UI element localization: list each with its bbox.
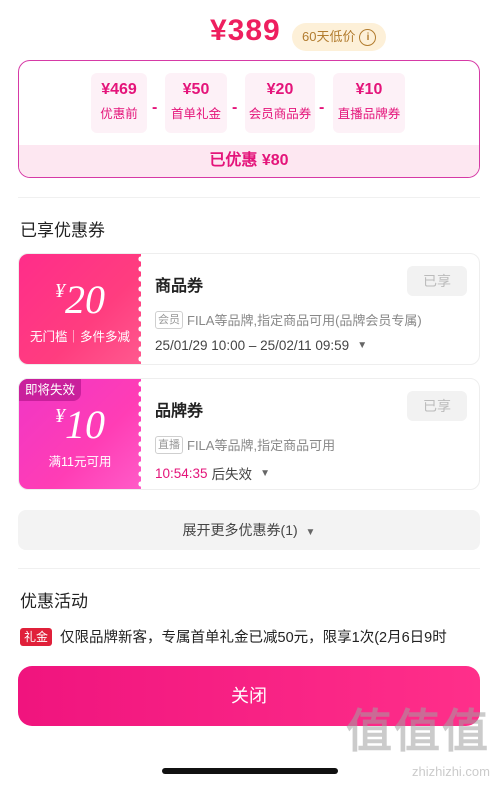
gift-money-tag: 礼金 [20, 628, 53, 646]
price-breakdown: ¥469 优惠前 - ¥50 首单礼金 - ¥20 会员商品券 - ¥10 直播… [18, 60, 480, 178]
breakdown-member-coupon: ¥20 会员商品券 [245, 73, 315, 133]
coupon-description: 会员 FILA等品牌,指定商品可用(品牌会员专属) [155, 310, 422, 329]
final-price: ¥389 [210, 14, 281, 47]
coupon-validity[interactable]: 25/01/29 10:00 – 25/02/11 09:59 ▼ [155, 338, 367, 353]
coupon-name: 商品券 [155, 278, 204, 295]
coupon-condition: 满11元可用 [48, 455, 112, 469]
minus-sign: - [152, 99, 158, 116]
breakdown-label: 优惠前 [100, 107, 138, 121]
breakdown-label: 直播品牌券 [337, 107, 401, 121]
lowest-price-badge[interactable]: 60天低价 i [292, 23, 387, 51]
chevron-down-icon: ▼ [305, 527, 316, 538]
breakdown-label: 首单礼金 [170, 107, 221, 121]
coupon-validity-text: 25/01/29 10:00 – 25/02/11 09:59 [155, 338, 350, 353]
countdown-timer: 10:54:35 [155, 465, 208, 481]
coupons-section-title: 已享优惠券 [20, 221, 105, 240]
coupon-value-panel: ¥20 无门槛｜多件多减 [19, 254, 145, 364]
coupon-amount-value: 20 [65, 277, 105, 322]
expand-more-coupons-button[interactable]: 展开更多优惠券(1) ▼ [18, 510, 480, 550]
chevron-down-icon[interactable]: ▼ [260, 468, 270, 479]
breakdown-original-price: ¥469 优惠前 [91, 73, 147, 133]
coupon-card: 即将失效 ¥10 满11元可用 品牌券 已享 直播 FILA等品牌,指定商品可用… [18, 378, 480, 490]
breakdown-label: 会员商品券 [248, 107, 312, 121]
total-discount: 已优惠 ¥80 [19, 145, 479, 177]
coupon-name: 品牌券 [155, 403, 204, 420]
expiring-soon-badge: 即将失效 [19, 379, 82, 401]
minus-sign: - [232, 99, 238, 116]
activity-item: 礼金 仅限品牌新客，专属首单礼金已减50元，限享1次(2月6日9时 [20, 626, 480, 648]
watermark: 值值值 zhizhizhi.com [346, 706, 490, 779]
divider [18, 568, 480, 569]
coupon-type-tag: 直播 [155, 435, 183, 454]
watermark-domain: zhizhizhi.com [411, 764, 490, 779]
breakdown-value: ¥50 [182, 81, 210, 98]
home-indicator[interactable] [162, 768, 338, 774]
expand-label: 展开更多优惠券(1) [182, 522, 298, 538]
coupon-condition: 无门槛｜多件多减 [29, 330, 130, 344]
price-header: ¥389 60天低价 i [0, 14, 500, 54]
coupon-card: ¥20 无门槛｜多件多减 商品券 已享 会员 FILA等品牌,指定商品可用(品牌… [18, 253, 480, 365]
info-icon[interactable]: i [359, 28, 377, 46]
coupon-amount: ¥10 [19, 401, 141, 448]
coupon-amount-value: 10 [65, 402, 105, 447]
breakdown-first-order-gift: ¥50 首单礼金 [165, 73, 227, 133]
divider [18, 197, 480, 198]
coupon-scope: FILA等品牌,指定商品可用 [187, 438, 336, 453]
coupon-value-panel: 即将失效 ¥10 满11元可用 [19, 379, 145, 489]
coupon-countdown[interactable]: 10:54:35 后失效 ▼ [155, 463, 270, 483]
currency-symbol: ¥ [55, 280, 65, 302]
coupon-claimed-button[interactable]: 已享 [407, 266, 467, 296]
breakdown-value: ¥469 [101, 81, 137, 98]
breakdown-live-brand-coupon: ¥10 直播品牌券 [333, 73, 405, 133]
breakdown-value: ¥10 [355, 81, 383, 98]
watermark-logo: 值值值 [346, 705, 490, 757]
coupon-type-tag: 会员 [155, 310, 183, 329]
minus-sign: - [319, 99, 325, 116]
coupon-description: 直播 FILA等品牌,指定商品可用 [155, 435, 335, 454]
chevron-down-icon[interactable]: ▼ [357, 340, 367, 351]
countdown-suffix: 后失效 [211, 467, 253, 482]
activity-text: 仅限品牌新客，专属首单礼金已减50元，限享1次(2月6日9时 [60, 630, 447, 646]
lowest-price-label: 60天低价 [302, 29, 356, 44]
activities-section-title: 优惠活动 [20, 592, 88, 611]
coupon-amount: ¥20 [19, 276, 141, 323]
currency-symbol: ¥ [55, 405, 65, 427]
coupon-claimed-button[interactable]: 已享 [407, 391, 467, 421]
coupon-scope: FILA等品牌,指定商品可用(品牌会员专属) [187, 313, 422, 328]
breakdown-value: ¥20 [266, 81, 294, 98]
